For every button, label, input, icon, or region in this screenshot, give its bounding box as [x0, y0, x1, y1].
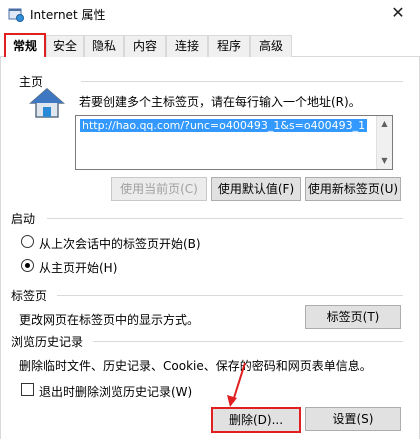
tab-security[interactable]: 安全: [46, 35, 84, 57]
tab-advanced[interactable]: 高级: [250, 35, 292, 57]
tab-strip: 常规 安全 隐私 内容 连接 程序 高级: [0, 33, 420, 58]
tab-connections[interactable]: 连接: [166, 35, 208, 57]
annotation-arrow-delete: [227, 362, 246, 407]
delete-on-exit-label[interactable]: 退出时删除浏览历史记录(W): [39, 383, 192, 400]
tab-programs[interactable]: 程序: [208, 35, 250, 57]
startup-last-session-radio[interactable]: [21, 235, 34, 248]
use-new-tab-button[interactable]: 使用新标签页(U): [305, 177, 401, 201]
home-icon: [29, 88, 65, 118]
tab-content[interactable]: 内容: [124, 35, 166, 57]
history-divider: [93, 341, 403, 342]
startup-divider: [47, 218, 403, 219]
internet-options-icon: [8, 8, 24, 22]
use-current-button[interactable]: 使用当前页(C): [111, 177, 207, 201]
radio-selected-dot: [25, 263, 30, 268]
startup-home-label[interactable]: 从主页开始(H): [39, 259, 117, 276]
close-icon: ✕: [391, 3, 405, 22]
url-scrollbar[interactable]: ▲ ▼: [376, 116, 392, 169]
delete-on-exit-checkbox[interactable]: [21, 383, 34, 396]
general-panel: 主页 若要创建多个主标签页，请在每行输入一个地址(R)。 http://hao.…: [0, 57, 420, 439]
tab-privacy[interactable]: 隐私: [84, 35, 124, 57]
close-button[interactable]: ✕: [376, 0, 420, 28]
tabs-description: 更改网页在标签页中的显示方式。: [19, 313, 200, 327]
home-divider: [81, 81, 403, 82]
tabs-section-label: 标签页: [11, 289, 48, 303]
title-bar: Internet 属性 ✕: [0, 0, 420, 28]
startup-home-radio[interactable]: [21, 259, 34, 272]
startup-last-session-label[interactable]: 从上次会话中的标签页开始(B): [39, 235, 201, 252]
home-page-url-textarea[interactable]: http://hao.qq.com/?unc=o400493_1&s=o4004…: [75, 115, 393, 170]
delete-history-button[interactable]: 删除(D)...: [211, 407, 301, 433]
history-settings-button[interactable]: 设置(S): [305, 407, 401, 431]
history-description: 删除临时文件、历史记录、Cookie、保存的密码和网页表单信息。: [19, 359, 372, 373]
history-section-label: 浏览历史记录: [11, 335, 84, 349]
home-page-url-text: http://hao.qq.com/?unc=o400493_1&s=o4004…: [80, 119, 368, 132]
tabs-divider: [57, 295, 403, 296]
tab-general[interactable]: 常规: [4, 33, 46, 58]
startup-section-label: 启动: [11, 212, 36, 226]
use-default-button[interactable]: 使用默认值(F): [211, 177, 301, 201]
tabs-button[interactable]: 标签页(T): [305, 305, 401, 329]
home-description: 若要创建多个主标签页，请在每行输入一个地址(R)。: [79, 95, 361, 109]
scroll-up-icon[interactable]: ▲: [377, 117, 392, 131]
scroll-down-icon[interactable]: ▼: [377, 154, 392, 168]
window-title: Internet 属性: [30, 8, 106, 22]
